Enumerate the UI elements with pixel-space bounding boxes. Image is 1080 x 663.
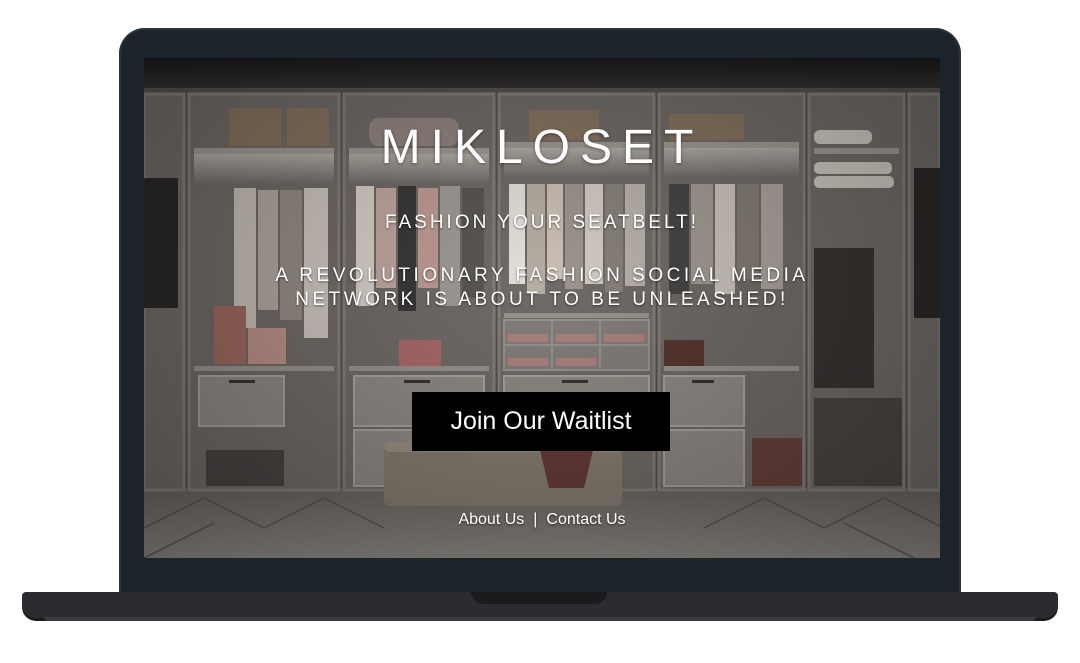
- brand-title: MIKLOSET: [380, 121, 704, 174]
- footer-links: About Us | Contact Us: [144, 510, 940, 530]
- footer-separator: |: [533, 511, 538, 528]
- laptop-screen: MIKLOSET FASHION YOUR SEATBELT! A REVOLU…: [144, 58, 940, 558]
- laptop-base-foot: [44, 617, 1036, 621]
- about-us-link[interactable]: About Us: [458, 511, 524, 528]
- tagline: FASHION YOUR SEATBELT!: [384, 212, 700, 233]
- join-waitlist-button[interactable]: Join Our Waitlist: [412, 392, 670, 451]
- laptop-hinge-notch: [471, 592, 607, 604]
- contact-us-link[interactable]: Contact Us: [546, 511, 625, 528]
- hero-description: A REVOLUTIONARY FASHION SOCIAL MEDIA NET…: [275, 265, 809, 310]
